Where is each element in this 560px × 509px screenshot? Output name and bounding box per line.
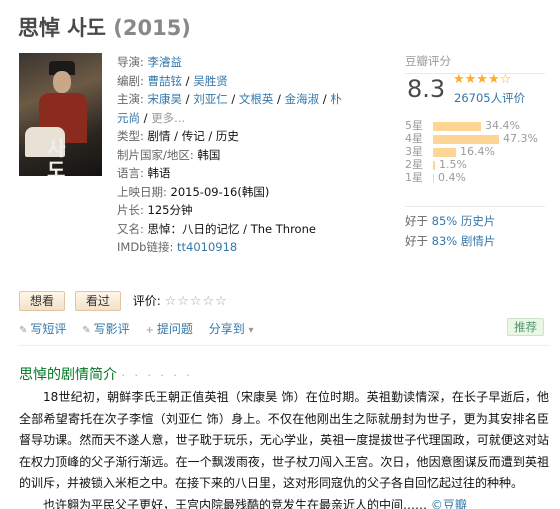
want-to-watch-button[interactable]: 想看: [19, 291, 66, 311]
rating-bar-percent: 34.4%: [485, 119, 520, 132]
better-row-1: 好于 85% 历史片: [405, 214, 496, 228]
info-runtime: 片长: 125分钟: [117, 203, 193, 217]
rating-bar-row: 5星 34.4%: [405, 119, 545, 132]
pencil-icon: ✎: [19, 325, 28, 336]
rate-stars-icon[interactable]: ☆☆☆☆☆: [165, 294, 228, 309]
better-link-drama[interactable]: 83% 剧情片: [432, 234, 496, 248]
rating-bar-fill: [433, 134, 499, 144]
rating-bar-label: 5星: [405, 119, 423, 132]
cast-link-5-cont[interactable]: 元尚: [117, 111, 140, 125]
movie-info: 导演: 李濬益 编剧: 曹喆铉 / 吴胜贤 主演: 宋康昊 / 刘亚仁 / 文根…: [117, 53, 387, 257]
imdb-link[interactable]: tt4010918: [177, 240, 237, 254]
chevron-down-icon: ▾: [248, 325, 254, 336]
info-imdb: IMDb链接: tt4010918: [117, 240, 238, 254]
share-menu[interactable]: 分享到 ▾: [209, 322, 257, 336]
movie-poster[interactable]: 사도: [19, 53, 102, 176]
rating-bar-fill: [433, 173, 434, 183]
info-writer: 编剧: 曹喆铉 / 吴胜贤: [117, 73, 228, 88]
info-cast: 主演: 宋康昊 / 刘亚仁 / 文根英 / 金海淑 / 朴: [117, 92, 342, 106]
write-review[interactable]: ✎ 写影评: [82, 322, 129, 336]
director-link[interactable]: 李濬益: [148, 55, 183, 69]
rating-bar-percent: 47.3%: [503, 132, 538, 145]
rating-bar-row: 3星 16.4%: [405, 145, 545, 158]
rating-bar-fill: [433, 121, 481, 131]
rating-box: 豆瓣评分 8.3 ★★★★☆ 26705人评价 5星 34.4% 4星 47.3% 3星…: [405, 53, 545, 248]
info-genre: 类型: 剧情 / 传记 / 历史: [117, 129, 239, 143]
cast-link-2[interactable]: 刘亚仁: [193, 92, 228, 106]
divider: [19, 345, 549, 346]
rating-stars-icon: ★★★★☆: [453, 72, 512, 87]
writer-link-2[interactable]: 吴胜贤: [193, 74, 228, 88]
cast-more-link[interactable]: 更多...: [151, 111, 185, 125]
rating-bar-row: 2星 1.5%: [405, 158, 545, 171]
rating-bar-row: 1星 0.4%: [405, 171, 545, 184]
synopsis-heading: 思悼的剧情简介 · · · · · ·: [19, 367, 193, 383]
release-value: 2015-09-16(韩国): [170, 184, 270, 199]
cast-link-3[interactable]: 文根英: [239, 92, 274, 106]
plus-icon: +: [145, 325, 154, 336]
synopsis: 18世纪初，朝鲜李氏王朝正值英祖（宋康昊 饰）在位时期。英祖勤读情深，在长子早逝…: [19, 387, 549, 509]
rating-better-than: 好于 85% 历史片 好于 83% 剧情片: [405, 206, 545, 251]
runtime-value: 125分钟: [147, 203, 193, 217]
recommend-button[interactable]: 推荐: [507, 318, 544, 336]
poster-figure-face: [53, 71, 71, 93]
better-row-2: 好于 83% 剧情片: [405, 234, 496, 248]
info-release: 上映日期: 2015-09-16(韩国): [117, 184, 270, 199]
rating-bar-label: 1星: [405, 171, 423, 184]
movie-year: (2015): [113, 16, 191, 40]
info-country: 制片国家/地区: 韩国: [117, 147, 221, 162]
cast-link-5[interactable]: 朴: [330, 92, 342, 106]
info-aka: 又名: 思悼：八日的记忆 / The Throne: [117, 221, 316, 236]
rating-bar-row: 4星 47.3%: [405, 132, 545, 145]
rating-bar-percent: 1.5%: [439, 158, 467, 171]
rating-bar-percent: 0.4%: [438, 171, 466, 184]
aka-value: 思悼：八日的记忆 / The Throne: [147, 221, 316, 236]
rating-score: 8.3: [407, 75, 446, 103]
pencil-icon: ✎: [82, 325, 91, 336]
interest-actions: 想看 看过 评价: ☆☆☆☆☆: [19, 291, 228, 311]
rating-bar-label: 4星: [405, 132, 423, 145]
watched-button[interactable]: 看过: [74, 291, 121, 311]
rating-bar-label: 2星: [405, 158, 423, 171]
language-value: 韩语: [147, 166, 171, 180]
douban-source-link[interactable]: ©豆瓣: [431, 498, 467, 509]
poster-hangul-title: 사도: [47, 136, 66, 176]
rating-bar-percent: 16.4%: [460, 145, 495, 158]
rating-votes-link[interactable]: 26705人评价: [454, 90, 525, 106]
user-tools: ✎ 写短评 ✎ 写影评 + 提问题 分享到 ▾: [19, 320, 269, 337]
info-language: 语言: 韩语: [117, 166, 171, 180]
genre-value: 剧情 / 传记 / 历史: [147, 129, 239, 143]
ask-question[interactable]: + 提问题: [145, 322, 192, 336]
info-director: 导演: 李濬益: [117, 55, 183, 69]
synopsis-para-1: 18世纪初，朝鲜李氏王朝正值英祖（宋康昊 饰）在位时期。英祖勤读情深，在长子早逝…: [19, 390, 549, 490]
write-short-review[interactable]: ✎ 写短评: [19, 322, 66, 336]
country-value: 韩国: [197, 147, 221, 162]
cast-link-1[interactable]: 宋康昊: [148, 92, 183, 106]
synopsis-para-2: 也许翱为平民父子更好，王宫内院最残酷的竞发生在最亲近人的中间…… ©豆瓣: [19, 495, 549, 509]
rating-breakdown: 5星 34.4% 4星 47.3% 3星 16.4% 2星 1.5% 1星 0.4%: [405, 119, 545, 184]
rating-bar-fill: [433, 147, 456, 157]
better-link-history[interactable]: 85% 历史片: [432, 214, 496, 228]
movie-name: 思悼 사도: [18, 16, 106, 40]
page-title: 思悼 사도 (2015): [18, 12, 191, 42]
rate-label: 评价:: [132, 294, 161, 308]
writer-link-1[interactable]: 曹喆铉: [148, 74, 183, 88]
rating-bar-label: 3星: [405, 145, 423, 158]
rating-bar-fill: [433, 160, 435, 170]
rating-header: 豆瓣评分: [405, 53, 545, 74]
info-cast-cont: 元尚 / 更多...: [117, 110, 186, 125]
cast-link-4[interactable]: 金海淑: [285, 92, 320, 106]
